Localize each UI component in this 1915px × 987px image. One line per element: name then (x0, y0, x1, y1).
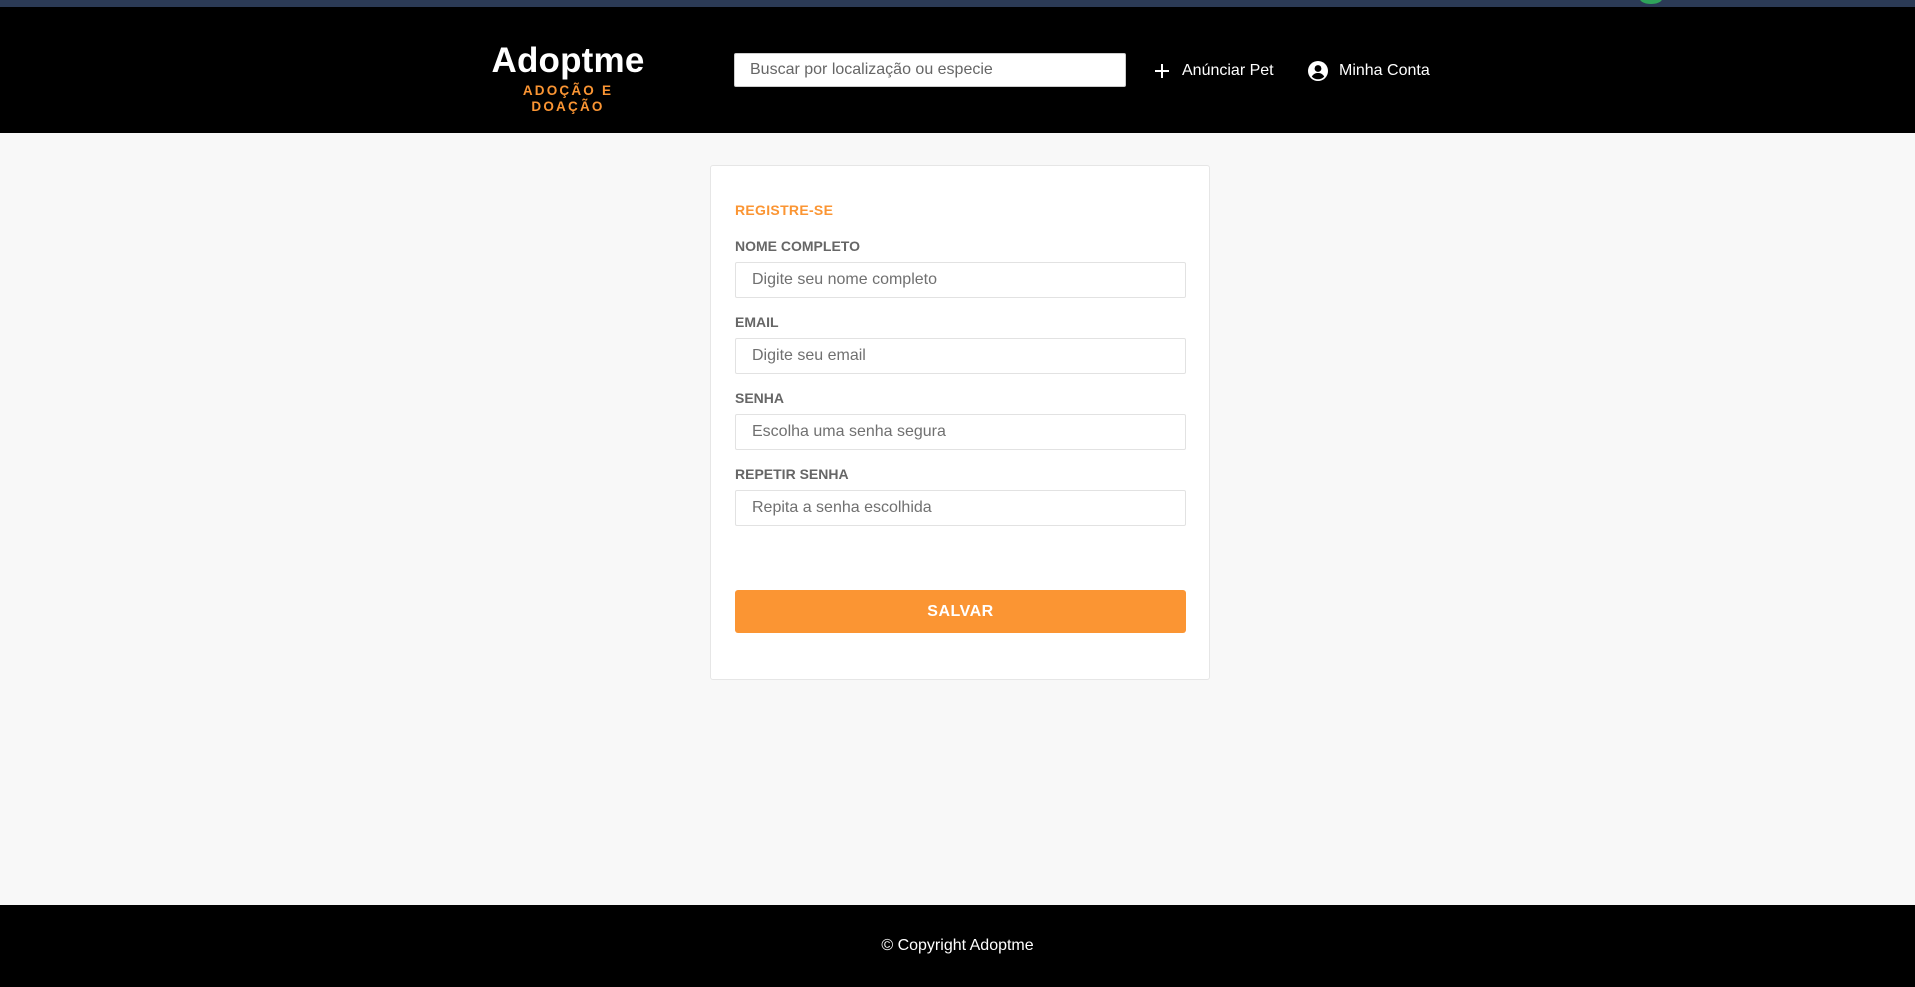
nome-completo-input[interactable] (735, 262, 1186, 298)
form-title: REGISTRE-SE (735, 202, 834, 218)
nav-anunciar-pet-link[interactable]: Anúnciar Pet (1151, 58, 1274, 84)
email-label: EMAIL (735, 314, 779, 330)
repetir-senha-label: REPETIR SENHA (735, 466, 849, 482)
account-circle-icon (1307, 60, 1329, 82)
status-dot (1640, 0, 1662, 4)
nav-minha-conta-link[interactable]: Minha Conta (1307, 58, 1430, 84)
senha-input[interactable] (735, 414, 1186, 450)
brand-subtitle: ADOÇÃO E DOAÇÃO (522, 83, 614, 114)
site-header: Adoptme ADOÇÃO E DOAÇÃO Anúnciar Pet Min… (0, 7, 1915, 133)
senha-label: SENHA (735, 390, 785, 406)
browser-top-strip (0, 0, 1915, 7)
nome-completo-label: NOME COMPLETO (735, 238, 860, 254)
brand-logo[interactable]: Adoptme ADOÇÃO E DOAÇÃO (488, 40, 648, 115)
email-input[interactable] (735, 338, 1186, 374)
site-footer: © Copyright Adoptme (0, 905, 1915, 987)
save-button[interactable]: SALVAR (735, 590, 1186, 633)
search-input[interactable] (734, 53, 1126, 87)
nav-minha-conta-label: Minha Conta (1339, 62, 1430, 79)
register-form: REGISTRE-SE NOME COMPLETO EMAIL SENHA RE… (710, 165, 1210, 680)
repetir-senha-input[interactable] (735, 490, 1186, 526)
copyright-text: © Copyright Adoptme (881, 937, 1034, 954)
plus-icon (1151, 60, 1173, 82)
nav-anunciar-pet-label: Anúnciar Pet (1182, 62, 1274, 79)
brand-title: Adoptme (491, 41, 645, 80)
